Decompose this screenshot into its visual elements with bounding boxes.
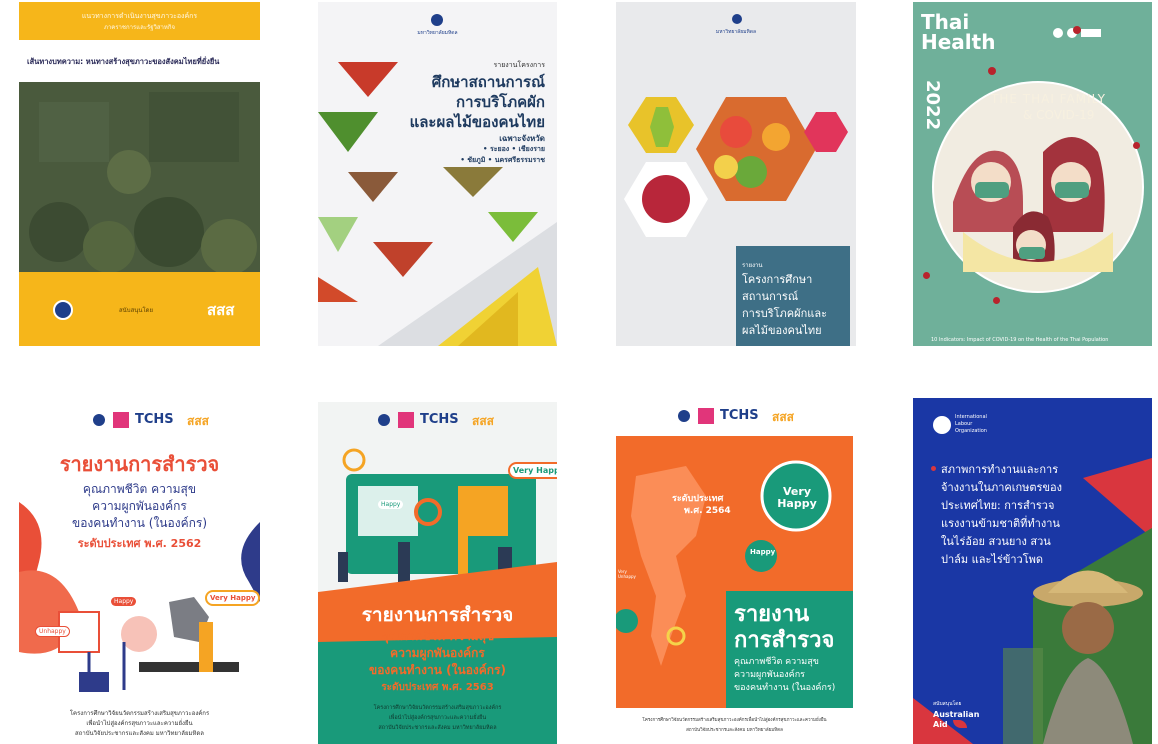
- report-title: รายงานการสำรวจ: [361, 604, 514, 626]
- very-happy-badge: Very Happy: [777, 485, 817, 510]
- title-line-1: สภาพการทำงานและการ: [941, 463, 1059, 476]
- cover-header-line1: แนวทางการดำเนินงานสุขภาวะองค์กร: [81, 12, 198, 20]
- report-title-line2: การสำรวจ: [734, 628, 835, 653]
- very-unhappy-tag: Very Unhappy: [618, 569, 636, 579]
- mahidol-seal-icon: [732, 14, 742, 24]
- level-line-2: พ.ศ. 2564: [684, 506, 731, 516]
- thaihealth-logo: สสส: [772, 410, 794, 424]
- province-line-1: • ระยอง • เชียงราย: [483, 145, 545, 153]
- title-line-3: และผลไม้ของคนไทย: [409, 113, 545, 131]
- report-cover-7[interactable]: TCHS สสส ระดับประเทศ พ.ศ. 2564 Very Happ…: [616, 396, 853, 744]
- subtitle-line-3: ของคนทำงาน (ในองค์กร): [369, 663, 506, 677]
- ilo-logo-icon: [933, 416, 951, 434]
- ilo-name-line1: International: [955, 414, 987, 420]
- subtitle-line-1: คุณภาพชีวิต ความสุข: [734, 657, 819, 667]
- university-name: มหาวิทยาลัยมหิดล: [715, 29, 757, 35]
- fruit-hexagons-graphic: [624, 97, 848, 237]
- report-cover-2[interactable]: มหาวิทยาลัยมหิดล รายงานโครงการ ศึกษาสถาน…: [318, 2, 557, 346]
- unhappy-tag: Unhappy: [35, 626, 70, 637]
- report-kicker: รายงาน: [742, 262, 763, 269]
- footer-line-2: เพื่อนำไปสู่องค์กรสุขภาวะและความยั่งยืน: [86, 720, 193, 727]
- footer-line-2: เพื่อนำไปสู่องค์กรสุขภาวะและความยั่งยืน: [388, 715, 487, 721]
- arc-title-line1: THE THAI FAMILY: [991, 92, 1106, 106]
- cover-photo: [19, 82, 260, 275]
- cover-subtitle: เส้นทางบทความ: หนทางสร้างสุขภาวะของสังคม…: [27, 57, 220, 66]
- virus-icon: [1133, 142, 1140, 149]
- report-cover-4[interactable]: Thai Health 2022 THE THAI FAMILY & COVID…: [913, 2, 1152, 346]
- title-panel: รายงาน โครงการศึกษา สถานการณ์ การบริโภคผ…: [736, 246, 850, 346]
- footer-line-3: สถาบันวิจัยประชากรและสังคม มหาวิทยาลัยมห…: [378, 725, 497, 731]
- supported-by-label: สนับสนุนโดย: [933, 701, 962, 707]
- virus-icon: [988, 67, 996, 75]
- tchs-logo: TCHS: [720, 408, 759, 423]
- fruit-triangles-graphic: [318, 62, 557, 346]
- mahidol-seal-icon: [678, 410, 690, 422]
- partner-logos: TCHS สสส: [93, 410, 223, 432]
- family-covid-illustration: [932, 81, 1144, 293]
- footer-line-1: โครงการศึกษาวิจัยนวัตกรรมสร้างเสริมสุขภา…: [373, 705, 502, 711]
- virus-icon: [1073, 26, 1081, 34]
- report-cover-3[interactable]: มหาวิทยาลัยมหิดล รายงาน โครงการศึกษา สถา…: [616, 2, 856, 346]
- title-line-6: ปาล์ม และไร่ข้าวโพด: [941, 553, 1044, 566]
- subtitle-line-3: ของคนทำงาน (ในองค์กร): [72, 516, 207, 530]
- title-line-2: สถานการณ์: [742, 290, 799, 303]
- virus-icon: [993, 297, 1000, 304]
- partner-logos: TCHS สสส: [678, 406, 808, 428]
- title-line-4: ผลไม้ของคนไทย: [742, 324, 822, 337]
- ilo-name-line3: Organization: [955, 428, 987, 434]
- report-cover-6[interactable]: TCHS สสส Very Happy Happy รายงานการสำรวจ…: [318, 402, 557, 744]
- report-title: รายงานการสำรวจ: [59, 452, 220, 476]
- thaihealth-logo: สสส: [187, 414, 209, 428]
- worker-photo-graphic: [913, 458, 1152, 744]
- footer-line-1: โครงการศึกษาวิจัยนวัตกรรมสร้างเสริมสุขภา…: [69, 710, 210, 717]
- cover-footer: 10 Indicators: Impact of COVID-19 on the…: [931, 337, 1109, 343]
- survey-level: ระดับประเทศ พ.ศ. 2563: [381, 682, 494, 693]
- title-line-2: จ้างงานในภาคเกษตรของ: [941, 481, 1062, 494]
- report-cover-5[interactable]: TCHS สสส รายงานการสำรวจ คุณภาพชีวิต ความ…: [19, 402, 260, 744]
- virus-icon: [923, 272, 930, 279]
- title-line-5: ในไร่อ้อย สวนยาง สวน: [941, 535, 1051, 548]
- title-line-3: ประเทศไทย: การสำรวจ: [941, 499, 1055, 512]
- university-name: มหาวิทยาลัยมหิดล: [417, 30, 458, 36]
- footer-line-2: สถาบันวิจัยประชากรและสังคม มหาวิทยาลัยมห…: [686, 728, 783, 733]
- happy-tag: Happy: [111, 597, 137, 606]
- tchs-badge-icon: [113, 412, 129, 428]
- thaihealth-logo: สสส: [207, 301, 235, 319]
- tchs-logo: TCHS: [135, 412, 174, 427]
- cover-footer-text: สนับสนุนโดย: [119, 307, 154, 314]
- happy-tag: Happy: [378, 500, 404, 509]
- report-cover-1[interactable]: แนวทางการดำเนินงานสุขภาวะองค์กร ภาคราชกา…: [19, 2, 260, 346]
- title-bullet-icon: [931, 466, 936, 471]
- mahidol-seal-icon: [93, 414, 105, 426]
- very-happy-tag: Very Happy: [508, 462, 557, 479]
- cover-subtitle-band: เส้นทางบทความ: หนทางสร้างสุขภาวะของสังคม…: [19, 40, 260, 82]
- province-line-2: • ชัยภูมิ • นครศรีธรรมราช: [460, 156, 545, 164]
- title-line-4: แรงงานข้ามชาติที่ทำงาน: [941, 517, 1060, 530]
- cover-footer: สนับสนุนโดย สสส: [19, 272, 260, 346]
- ilo-name-line2: Labour: [955, 421, 973, 427]
- subtitle-line-2: ความผูกพันองค์กร: [734, 670, 805, 680]
- australian-aid-line1: Australian: [933, 710, 980, 719]
- report-cover-8[interactable]: International Labour Organization สภาพกา…: [913, 398, 1152, 744]
- very-happy-tag: Very Happy: [205, 590, 260, 606]
- tchs-badge-icon: [698, 408, 714, 424]
- title-line-1: โครงการศึกษา: [742, 273, 813, 286]
- title-line-3: การบริโภคผักและ: [742, 307, 827, 320]
- subtitle-line-3: ของคนทำงาน (ในองค์กร): [734, 683, 836, 693]
- survey-level: ระดับประเทศ พ.ศ. 2562: [77, 537, 202, 550]
- produce-collage-image: [19, 82, 260, 275]
- mahidol-seal-icon: [53, 300, 73, 320]
- cover-header-line2: ภาคราชการและรัฐวิสาหกิจ: [103, 24, 176, 31]
- cover-header-band: แนวทางการดำเนินงานสุขภาวะองค์กร ภาคราชกา…: [19, 2, 260, 40]
- footer-line-3: สถาบันวิจัยประชากรและสังคม มหาวิทยาลัยมห…: [75, 730, 204, 737]
- footer-line-1: โครงการศึกษาวิจัยนวัตกรรมสร้างเสริมสุขภา…: [642, 718, 827, 723]
- arc-title-line2: & COVID-19: [1023, 108, 1095, 122]
- happy-badge: Happy: [750, 548, 776, 556]
- mahidol-seal-icon: [431, 14, 443, 26]
- australian-aid-line2: Aid: [933, 720, 948, 729]
